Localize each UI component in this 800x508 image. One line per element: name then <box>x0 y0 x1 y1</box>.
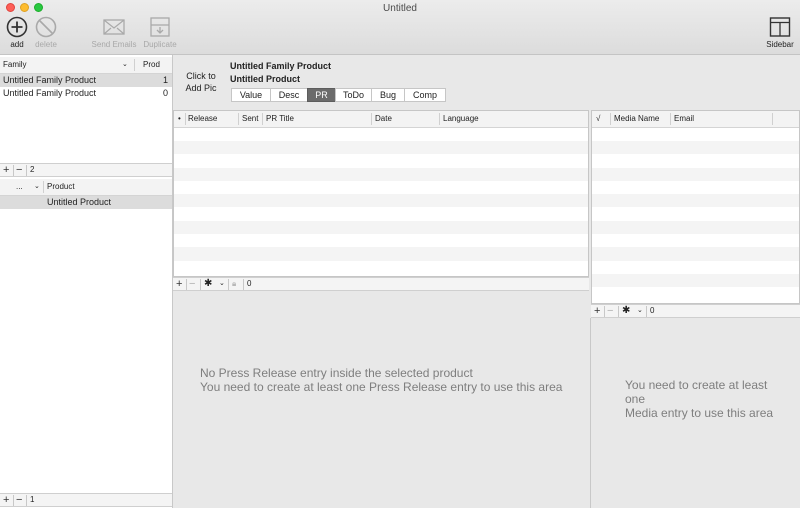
add-button[interactable]: add <box>5 16 29 49</box>
product-titles: Untitled Family Product Untitled Product <box>230 60 331 86</box>
sidebar-label: Sidebar <box>766 40 794 49</box>
duplicate-button[interactable]: Duplicate <box>141 16 179 49</box>
sidebar-button[interactable]: Sidebar <box>764 16 796 49</box>
tab-bug[interactable]: Bug <box>371 88 405 102</box>
add-family-button[interactable]: + <box>3 164 9 176</box>
family-title: Untitled Family Product <box>230 61 332 71</box>
chevron-down-icon[interactable]: ⌄ <box>34 179 40 195</box>
tab-desc[interactable]: Desc <box>270 88 308 102</box>
pr-table-footer: + − ✱ ⌄ 🔒︎ 0 <box>173 277 589 291</box>
duplicate-icon <box>150 17 170 37</box>
media-empty-message: You need to create at least one Media en… <box>625 378 775 420</box>
check-column-header[interactable]: √ <box>596 111 600 127</box>
remove-family-button[interactable]: − <box>16 164 22 176</box>
add-label: add <box>10 40 24 49</box>
tab-value[interactable]: Value <box>231 88 271 102</box>
pr-table[interactable]: • Release Sent PR Title Date Language <box>173 110 589 277</box>
delete-label: delete <box>35 40 57 49</box>
prod-column-header[interactable]: Prod <box>143 57 160 73</box>
tab-pr[interactable]: PR <box>307 88 336 102</box>
window-title: Untitled <box>383 3 417 14</box>
plus-circle-icon <box>6 16 28 38</box>
product-name: Untitled Product <box>47 197 112 207</box>
remove-media-button[interactable]: − <box>607 305 613 317</box>
family-count: 2 <box>30 165 35 174</box>
pane-divider[interactable] <box>590 318 591 508</box>
family-table-header: Family ⌄ Prod <box>0 57 172 74</box>
media-empty-line2: Media entry to use this area <box>625 406 774 420</box>
family-prod-count: 0 <box>162 88 168 98</box>
gear-icon[interactable]: ✱ <box>622 305 630 317</box>
lock-icon[interactable]: 🔒︎ <box>232 278 236 290</box>
add-pr-button[interactable]: + <box>176 278 182 290</box>
chevron-down-icon[interactable]: ⌄ <box>637 305 643 317</box>
sidebar-icon <box>769 17 791 37</box>
media-table[interactable]: √ Media Name Email <box>591 110 800 304</box>
prohibit-icon <box>35 16 57 38</box>
sent-column-header[interactable]: Sent <box>242 111 258 127</box>
product-column-header[interactable]: Product <box>47 179 75 195</box>
pr-empty-message: No Press Release entry inside the select… <box>200 366 580 394</box>
envelope-icon <box>103 19 125 35</box>
send-emails-label: Send Emails <box>91 40 137 49</box>
remove-product-button[interactable]: − <box>16 494 22 506</box>
product-table-header: ... ⌄ Product <box>0 179 172 196</box>
toolbar: Untitled add delete Send Emails Duplicat… <box>0 0 800 55</box>
media-table-footer: + − ✱ ⌄ 0 <box>591 304 800 318</box>
pr-title-column-header[interactable]: PR Title <box>266 111 294 127</box>
tab-todo[interactable]: ToDo <box>335 88 372 102</box>
left-pane: Family ⌄ Prod Untitled Family Product 1 … <box>0 55 173 508</box>
duplicate-label: Duplicate <box>143 40 177 49</box>
pr-table-header: • Release Sent PR Title Date Language <box>174 111 588 128</box>
bullet-column-header[interactable]: • <box>178 111 181 127</box>
release-column-header[interactable]: Release <box>188 111 217 127</box>
product-count: 1 <box>30 495 35 504</box>
product-title: Untitled Product <box>230 74 300 84</box>
tab-comp[interactable]: Comp <box>404 88 446 102</box>
family-name: Untitled Family Product <box>3 88 97 98</box>
media-name-column-header[interactable]: Media Name <box>614 111 659 127</box>
gear-icon[interactable]: ✱ <box>204 278 212 290</box>
language-column-header[interactable]: Language <box>443 111 479 127</box>
add-picture-button[interactable]: Click to Add Pic <box>180 70 222 94</box>
family-prod-count: 1 <box>162 75 168 85</box>
family-name: Untitled Family Product <box>3 75 97 85</box>
pr-count: 0 <box>247 279 252 288</box>
delete-button[interactable]: delete <box>33 16 59 49</box>
pr-empty-line2: You need to create at least one Press Re… <box>200 380 563 394</box>
date-column-header[interactable]: Date <box>375 111 392 127</box>
chevron-down-icon[interactable]: ⌄ <box>122 57 128 73</box>
media-count: 0 <box>650 306 655 315</box>
remove-pr-button[interactable]: − <box>189 278 195 290</box>
product-row[interactable]: Untitled Product <box>0 196 172 209</box>
add-media-button[interactable]: + <box>594 305 600 317</box>
media-table-header: √ Media Name Email <box>592 111 799 128</box>
media-empty-line1: You need to create at least one <box>625 378 768 406</box>
send-emails-button[interactable]: Send Emails <box>90 16 138 49</box>
ellipsis-column-header[interactable]: ... <box>16 179 23 195</box>
chevron-down-icon[interactable]: ⌄ <box>219 278 225 290</box>
family-table-footer: + − 2 <box>0 163 172 177</box>
pr-empty-line1: No Press Release entry inside the select… <box>200 366 473 380</box>
email-column-header[interactable]: Email <box>674 111 694 127</box>
family-column-header[interactable]: Family <box>3 57 27 73</box>
family-row[interactable]: Untitled Family Product 0 <box>0 87 172 100</box>
product-table-footer: + − 1 <box>0 493 172 507</box>
family-row[interactable]: Untitled Family Product 1 <box>0 74 172 87</box>
add-product-button[interactable]: + <box>3 494 9 506</box>
